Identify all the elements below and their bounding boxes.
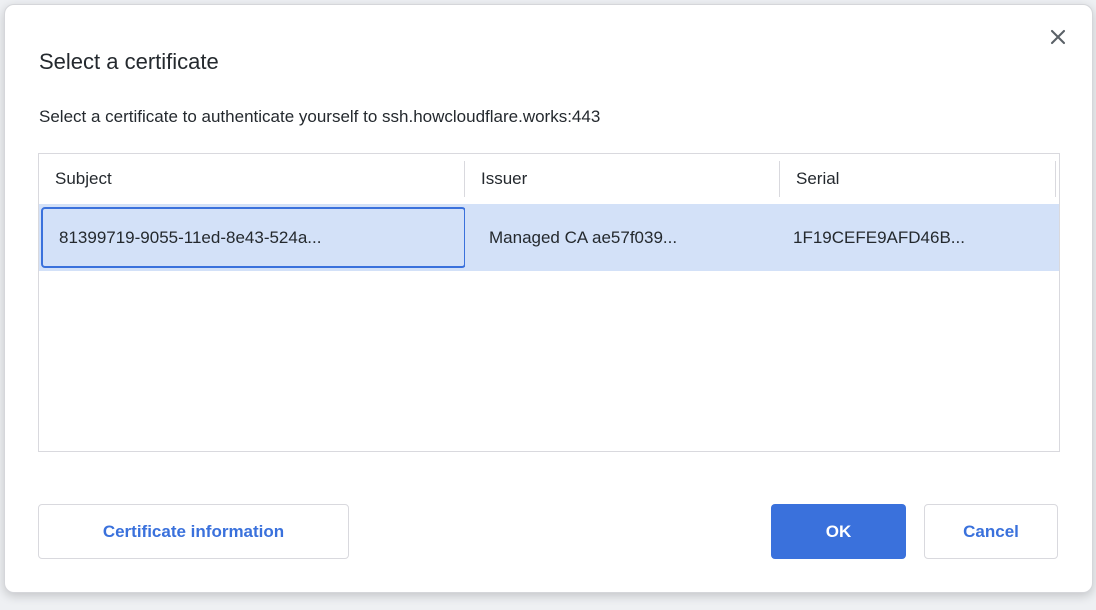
dialog-title: Select a certificate [39,49,219,75]
ok-button[interactable]: OK [771,504,906,559]
cell-serial[interactable]: 1F19CEFE9AFD46B... [780,204,1056,271]
column-header-subject[interactable]: Subject [39,154,465,204]
certificate-information-button[interactable]: Certificate information [38,504,349,559]
close-icon [1049,28,1067,46]
dialog-subtitle: Select a certificate to authenticate you… [39,107,600,127]
close-button[interactable] [1044,23,1072,51]
certificate-row-selected[interactable]: 81399719-9055-11ed-8e43-524a... Managed … [39,204,1059,271]
subject-value: 81399719-9055-11ed-8e43-524a... [59,228,321,248]
cancel-button[interactable]: Cancel [924,504,1058,559]
select-certificate-dialog: Select a certificate Select a certificat… [4,4,1093,593]
table-header-row: Subject Issuer Serial [39,154,1059,204]
certificate-table: Subject Issuer Serial 81399719-9055-11ed… [38,153,1060,452]
column-header-issuer[interactable]: Issuer [465,154,780,204]
serial-value: 1F19CEFE9AFD46B... [793,228,965,248]
cell-issuer[interactable]: Managed CA ae57f039... [465,204,780,271]
issuer-value: Managed CA ae57f039... [489,228,677,248]
cell-subject[interactable]: 81399719-9055-11ed-8e43-524a... [39,204,465,271]
column-header-serial[interactable]: Serial [780,154,1056,204]
